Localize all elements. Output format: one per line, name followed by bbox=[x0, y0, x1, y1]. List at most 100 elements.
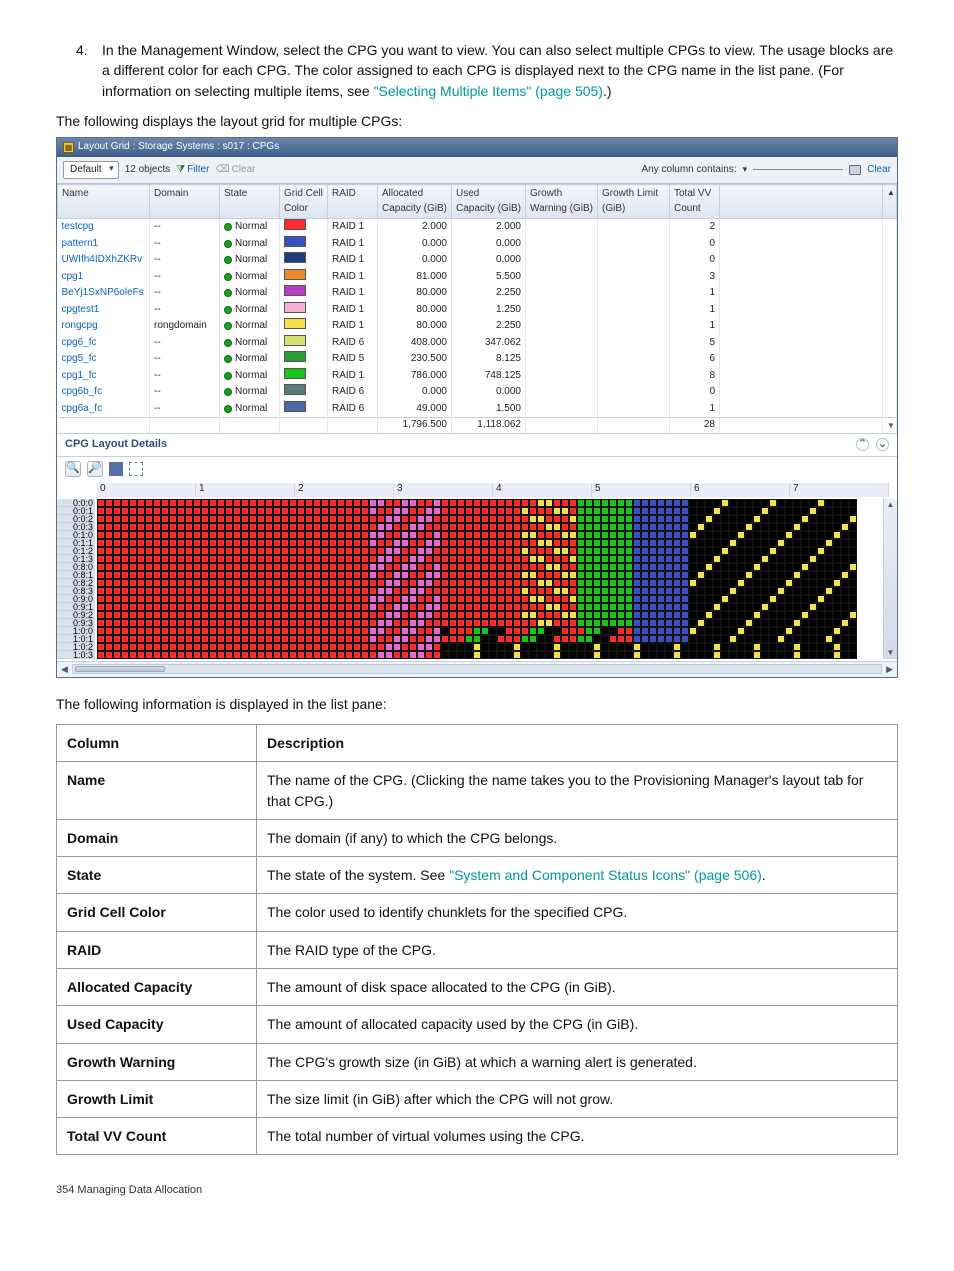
cell-name[interactable]: BeYj1SxNP6oleFs bbox=[58, 285, 150, 302]
cell-alloc: 0.000 bbox=[378, 384, 452, 401]
cell-name[interactable]: cpgtest1 bbox=[58, 302, 150, 319]
clear-search-link[interactable]: Clear bbox=[867, 163, 891, 178]
collapse-up-icon[interactable]: ⌃ bbox=[856, 438, 869, 451]
desc-col-desc: The amount of allocated capacity used by… bbox=[257, 1006, 898, 1043]
cell-used: 1.250 bbox=[452, 302, 526, 319]
table-row[interactable]: rongcpgrongdomainNormalRAID 180.0002.250… bbox=[58, 318, 897, 335]
desc-col-name: Used Capacity bbox=[57, 1006, 257, 1043]
table-row[interactable]: UWIfh4IDXhZKRv--NormalRAID 10.0000.0000 bbox=[58, 252, 897, 269]
desc-row: DomainThe domain (if any) to which the C… bbox=[57, 819, 898, 856]
th-alloc[interactable]: Allocated Capacity (GiB) bbox=[378, 185, 452, 219]
contains-input[interactable] bbox=[753, 169, 843, 170]
cell-limit bbox=[598, 351, 670, 368]
scroll-thumb[interactable] bbox=[75, 666, 165, 672]
cell-used: 2.000 bbox=[452, 219, 526, 236]
table-row[interactable]: cpg6_fc--NormalRAID 6408.000347.0625 bbox=[58, 335, 897, 352]
cell-alloc: 49.000 bbox=[378, 401, 452, 418]
desc-row: Total VV CountThe total number of virtua… bbox=[57, 1118, 898, 1155]
collapse-down-icon[interactable]: ⌄ bbox=[876, 438, 889, 451]
cell-raid: RAID 1 bbox=[328, 302, 378, 319]
chunklet-grid[interactable] bbox=[97, 499, 889, 659]
cell-color bbox=[280, 335, 328, 352]
cell-name[interactable]: pattern1 bbox=[58, 236, 150, 253]
cell-state: Normal bbox=[220, 269, 280, 286]
viz-hscrollbar[interactable]: ◀ ▶ bbox=[57, 661, 897, 677]
zoom-out-icon[interactable]: 🔎 bbox=[87, 461, 103, 477]
cell-color bbox=[280, 236, 328, 253]
scroll-right-icon[interactable]: ▶ bbox=[886, 663, 893, 676]
fit-view-icon[interactable] bbox=[129, 462, 143, 476]
status-dot-icon bbox=[224, 405, 232, 413]
table-row[interactable]: testcpg--NormalRAID 12.0002.0002 bbox=[58, 219, 897, 236]
zoom-in-icon[interactable]: 🔍 bbox=[65, 461, 81, 477]
desc-row: Allocated CapacityThe amount of disk spa… bbox=[57, 969, 898, 1006]
selecting-multiple-items-link[interactable]: "Selecting Multiple Items" (page 505) bbox=[374, 83, 603, 99]
th-name[interactable]: Name bbox=[58, 185, 150, 219]
cell-domain: -- bbox=[150, 351, 220, 368]
cell-warn bbox=[526, 269, 598, 286]
cell-name[interactable]: UWIfh4IDXhZKRv bbox=[58, 252, 150, 269]
col-label: 0 bbox=[97, 483, 196, 497]
viz-vscrollbar[interactable]: ▲▼ bbox=[883, 499, 897, 659]
th-limit[interactable]: Growth Limit (GiB) bbox=[598, 185, 670, 219]
cell-raid: RAID 1 bbox=[328, 269, 378, 286]
table-row[interactable]: cpg1--NormalRAID 181.0005.5003 bbox=[58, 269, 897, 286]
cell-total: 8 bbox=[670, 368, 720, 385]
th-raid[interactable]: RAID bbox=[328, 185, 378, 219]
cell-color bbox=[280, 368, 328, 385]
cell-name[interactable]: cpg5_fc bbox=[58, 351, 150, 368]
scroll-up-icon[interactable]: ▲ bbox=[883, 185, 897, 219]
table-row[interactable]: BeYj1SxNP6oleFs--NormalRAID 180.0002.250… bbox=[58, 285, 897, 302]
cell-warn bbox=[526, 368, 598, 385]
cell-domain: -- bbox=[150, 302, 220, 319]
view-select[interactable]: Default bbox=[63, 161, 119, 180]
color-swatch-icon[interactable] bbox=[109, 462, 123, 476]
layout-grid-window: ▦ Layout Grid : Storage Systems : s017 :… bbox=[56, 137, 898, 677]
desc-col-name: Domain bbox=[57, 819, 257, 856]
cell-name[interactable]: cpg6b_fc bbox=[58, 384, 150, 401]
cell-state: Normal bbox=[220, 318, 280, 335]
desc-col-desc: The domain (if any) to which the CPG bel… bbox=[257, 819, 898, 856]
cell-name[interactable]: cpg1_fc bbox=[58, 368, 150, 385]
table-row[interactable]: pattern1--NormalRAID 10.0000.0000 bbox=[58, 236, 897, 253]
th-gridcell[interactable]: Grid Cell Color bbox=[280, 185, 328, 219]
window-titlebar: ▦ Layout Grid : Storage Systems : s017 :… bbox=[57, 138, 897, 157]
cell-name[interactable]: testcpg bbox=[58, 219, 150, 236]
cell-name[interactable]: cpg6a_fc bbox=[58, 401, 150, 418]
cell-state: Normal bbox=[220, 351, 280, 368]
filter-button[interactable]: ⧩Filter bbox=[176, 163, 209, 178]
cell-alloc: 81.000 bbox=[378, 269, 452, 286]
status-dot-icon bbox=[224, 388, 232, 396]
desc-col-desc: The color used to identify chunklets for… bbox=[257, 894, 898, 931]
scroll-down-icon[interactable]: ▼ bbox=[883, 418, 897, 433]
contains-caret-icon[interactable]: ▾ bbox=[743, 163, 748, 176]
row-labels: 0:0:00:0:10:0:20:0:30:1:00:1:10:1:20:1:3… bbox=[57, 499, 95, 659]
scroll-left-icon[interactable]: ◀ bbox=[61, 663, 68, 676]
cell-raid: RAID 6 bbox=[328, 384, 378, 401]
cell-warn bbox=[526, 401, 598, 418]
cell-warn bbox=[526, 351, 598, 368]
cell-name[interactable]: rongcpg bbox=[58, 318, 150, 335]
table-row[interactable]: cpgtest1--NormalRAID 180.0001.2501 bbox=[58, 302, 897, 319]
clear-filter-button: ⌫Clear bbox=[215, 163, 255, 178]
th-total[interactable]: Total VV Count bbox=[670, 185, 720, 219]
table-row[interactable]: cpg1_fc--NormalRAID 1786.000748.1258 bbox=[58, 368, 897, 385]
th-used[interactable]: Used Capacity (GiB) bbox=[452, 185, 526, 219]
status-icons-link[interactable]: "System and Component Status Icons" (pag… bbox=[449, 867, 762, 883]
grid-icon: ▦ bbox=[63, 142, 74, 153]
desc-col-desc: The size limit (in GiB) after which the … bbox=[257, 1080, 898, 1117]
cell-domain: -- bbox=[150, 384, 220, 401]
th-domain[interactable]: Domain bbox=[150, 185, 220, 219]
th-state[interactable]: State bbox=[220, 185, 280, 219]
cell-total: 1 bbox=[670, 318, 720, 335]
cell-name[interactable]: cpg1 bbox=[58, 269, 150, 286]
col-label: 2 bbox=[295, 483, 394, 497]
table-row[interactable]: cpg6b_fc--NormalRAID 60.0000.0000 bbox=[58, 384, 897, 401]
th-warn[interactable]: Growth Warning (GiB) bbox=[526, 185, 598, 219]
table-row[interactable]: cpg6a_fc--NormalRAID 649.0001.5001 bbox=[58, 401, 897, 418]
cell-raid: RAID 6 bbox=[328, 401, 378, 418]
table-row[interactable]: cpg5_fc--NormalRAID 5230.5008.1256 bbox=[58, 351, 897, 368]
cell-warn bbox=[526, 252, 598, 269]
print-icon[interactable] bbox=[849, 165, 861, 175]
cell-name[interactable]: cpg6_fc bbox=[58, 335, 150, 352]
